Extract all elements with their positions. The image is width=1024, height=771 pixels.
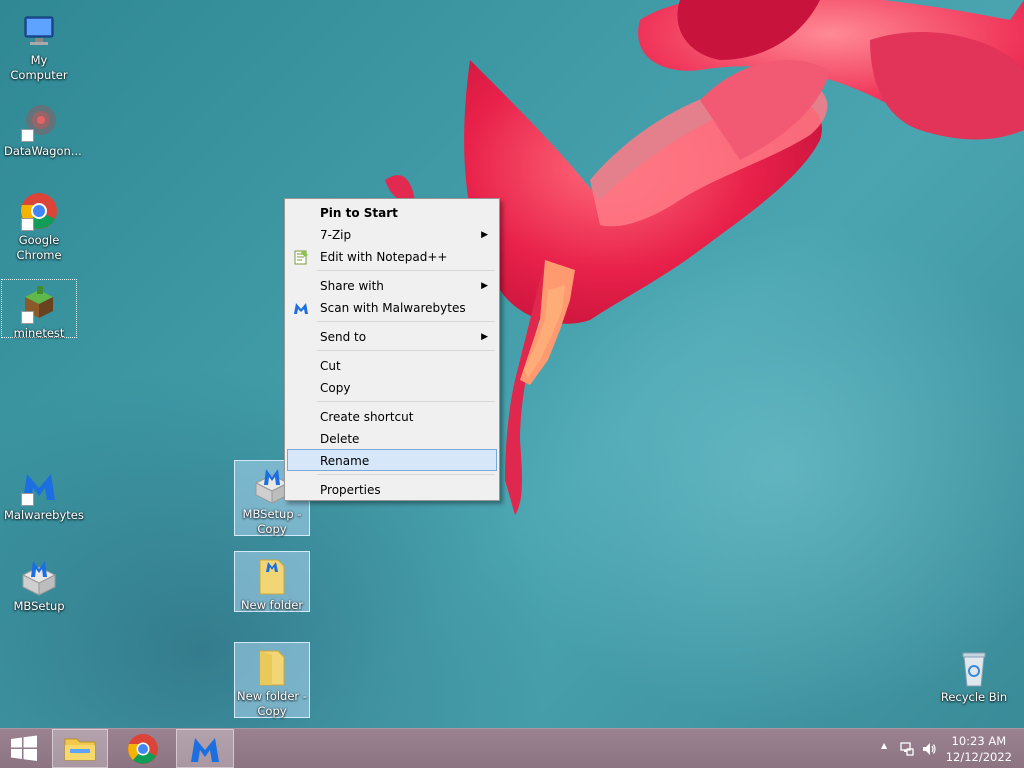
desktop-icon-label: New folder — [240, 598, 304, 612]
desktop-icon-label: DataWagon... — [4, 144, 82, 158]
desktop-icon-label: minetest — [13, 326, 65, 340]
menu-separator — [317, 321, 495, 322]
chrome-icon — [128, 734, 158, 764]
menu-item-scan-with-malwarebytes[interactable]: Scan with Malwarebytes — [287, 296, 497, 318]
shortcut-arrow-icon — [21, 129, 34, 142]
folder-icon — [252, 556, 292, 596]
menu-item-send-to[interactable]: Send to ▶ — [287, 325, 497, 347]
shortcut-arrow-icon — [21, 218, 34, 231]
menu-item-label: Pin to Start — [320, 206, 398, 220]
desktop-icon-label: Recycle Bin — [940, 690, 1008, 704]
google-chrome-icon-item[interactable]: Google Chrome — [1, 186, 77, 268]
menu-item-label: Create shortcut — [320, 410, 414, 424]
monitor-icon — [19, 11, 59, 51]
folder-icon — [252, 647, 292, 687]
malwarebytes-icon-item[interactable]: Malwarebytes — [1, 461, 84, 528]
menu-item-label: Scan with Malwarebytes — [320, 301, 466, 315]
menu-separator — [317, 474, 495, 475]
menu-item-label: 7-Zip — [320, 228, 352, 242]
menu-item-label: Copy — [320, 381, 351, 395]
my-computer-icon-item[interactable]: My Computer — [1, 6, 77, 88]
context-menu[interactable]: Pin to Start 7-Zip ▶ Edit with Notepad++… — [284, 198, 500, 501]
menu-separator — [317, 401, 495, 402]
new-folder-copy-icon-item[interactable]: New folder - Copy — [234, 642, 310, 718]
submenu-arrow-icon: ▶ — [481, 230, 488, 240]
menu-item-share-with[interactable]: Share with ▶ — [287, 274, 497, 296]
notepadpp-icon — [293, 249, 309, 265]
menu-item-rename[interactable]: Rename — [287, 449, 497, 471]
submenu-arrow-icon: ▶ — [481, 281, 488, 291]
menu-item-label: Send to — [320, 330, 367, 344]
system-tray: ▲ 10:23 AM 12/12/2022 — [864, 729, 1024, 768]
menu-item-label: Cut — [320, 359, 341, 373]
menu-separator — [317, 270, 495, 271]
start-button[interactable] — [0, 729, 48, 768]
chrome-icon — [19, 191, 59, 231]
mbsetup-icon-item[interactable]: MBSetup — [1, 552, 77, 619]
desktop-icon-label: My Computer — [10, 53, 68, 82]
desktop[interactable]: My Computer DataWagon... Google Chrome m… — [0, 0, 1024, 728]
file-explorer-icon — [64, 738, 96, 761]
mbsetup-installer-icon — [19, 557, 59, 597]
desktop-icon-label: New folder - Copy — [237, 689, 307, 718]
menu-item-label: Delete — [320, 432, 360, 446]
taskbar-chrome-button[interactable] — [114, 729, 172, 768]
network-icon[interactable] — [899, 741, 915, 757]
clock-time: 10:23 AM — [951, 734, 1007, 748]
malwarebytes-icon — [293, 300, 309, 316]
windows-logo-icon — [11, 735, 37, 761]
menu-item-delete[interactable]: Delete — [287, 427, 497, 449]
desktop-icon-label: MBSetup - Copy — [242, 507, 302, 536]
taskbar-file-explorer-button[interactable] — [52, 729, 108, 768]
menu-item-7zip[interactable]: 7-Zip ▶ — [287, 223, 497, 245]
menu-item-label: Properties — [320, 483, 381, 497]
desktop-icon-label: Google Chrome — [16, 233, 62, 262]
menu-item-label: Edit with Notepad++ — [320, 250, 448, 264]
menu-item-copy[interactable]: Copy — [287, 376, 497, 398]
taskbar-malwarebytes-button[interactable] — [176, 729, 234, 768]
recycle-bin-icon-item[interactable]: Recycle Bin — [936, 643, 1012, 710]
wallpaper-flower — [385, 0, 1024, 515]
menu-item-properties[interactable]: Properties — [287, 478, 497, 500]
menu-separator — [317, 350, 495, 351]
recycle-bin-icon — [954, 648, 994, 688]
volume-icon[interactable] — [921, 741, 937, 757]
shortcut-arrow-icon — [21, 493, 34, 506]
minetest-icon — [19, 284, 59, 324]
datawagon-icon — [19, 102, 59, 142]
desktop-icon-label: Malwarebytes — [4, 508, 84, 522]
menu-item-label: Rename — [320, 454, 370, 468]
menu-item-create-shortcut[interactable]: Create shortcut — [287, 405, 497, 427]
menu-item-edit-with-notepadpp[interactable]: Edit with Notepad++ — [287, 245, 497, 267]
menu-item-pin-to-start[interactable]: Pin to Start — [287, 201, 497, 223]
new-folder-icon-item[interactable]: New folder — [234, 551, 310, 612]
malwarebytes-icon — [191, 738, 219, 762]
menu-item-label: Share with — [320, 279, 384, 293]
minetest-icon-item[interactable]: minetest — [1, 279, 77, 340]
clock-date: 12/12/2022 — [945, 750, 1012, 764]
malwarebytes-icon — [19, 466, 59, 506]
shortcut-arrow-icon — [21, 311, 34, 324]
taskbar-clock[interactable]: 10:23 AM 12/12/2022 — [946, 733, 1012, 765]
desktop-icon-label: MBSetup — [13, 599, 65, 613]
show-hidden-icons-icon[interactable]: ▲ — [881, 741, 887, 750]
submenu-arrow-icon: ▶ — [481, 332, 488, 342]
datawagon-icon-item[interactable]: DataWagon... — [1, 97, 82, 164]
menu-item-cut[interactable]: Cut — [287, 354, 497, 376]
taskbar: ▲ 10:23 AM 12/12/2022 — [0, 728, 1024, 768]
